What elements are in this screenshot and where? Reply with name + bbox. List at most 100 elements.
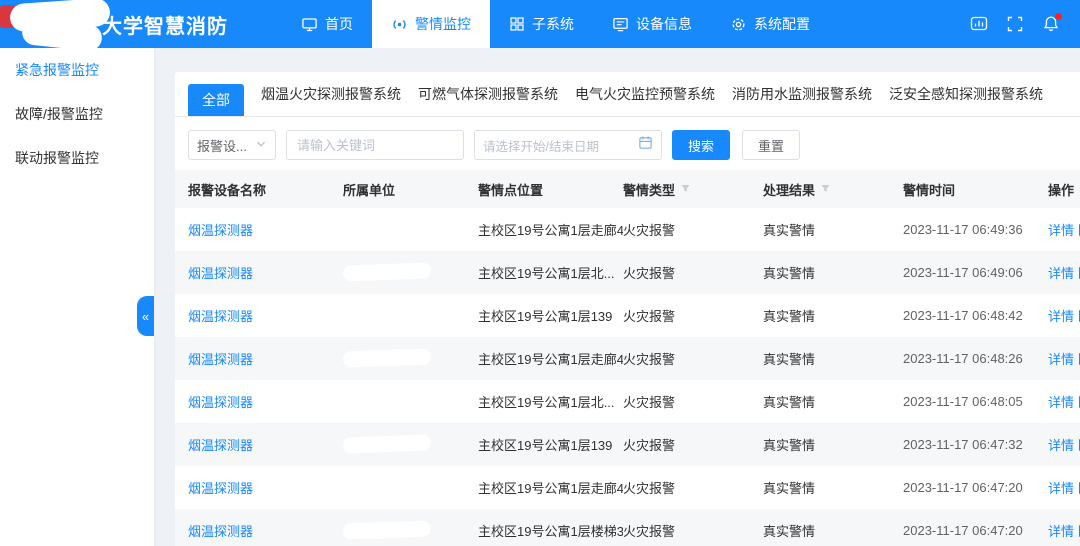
tab-electrical-fire-system[interactable]: 电气火灾监控预警系统 [575,84,715,104]
detail-link[interactable]: 详情 [1048,395,1074,410]
table-row: 烟温探测器主校区19号公寓1层139火灾报警真实警情2023-11-17 06:… [175,294,1080,337]
nav-item-label: 系统配置 [754,14,810,34]
collapse-chevron-icon: « [142,309,149,324]
action-cell: 详情 [1048,263,1080,282]
location-cell: 主校区19号公寓1层走廊4 [478,478,623,497]
table-row: 烟温探测器主校区19号公寓1层北...火灾报警真实警情2023-11-17 06… [175,251,1080,294]
location-cell: 主校区19号公寓1层走廊4 [478,349,623,368]
header-label: 报警设备名称 [188,180,266,199]
header-label: 操作 [1048,180,1074,199]
header-label: 警情类型 [623,180,675,199]
sidebar-collapse-handle[interactable]: « [137,296,154,336]
app-title: 大学智慧消防 [102,10,228,39]
table-row: 烟温探测器主校区19号公寓1层走廊4火灾报警真实警情2023-11-17 06:… [175,466,1080,509]
time-cell: 2023-11-17 06:48:26 [903,351,1048,366]
detail-link[interactable]: 详情 [1048,481,1074,496]
device-name-link[interactable]: 烟温探测器 [188,392,343,411]
tab-fire-water-system[interactable]: 消防用水监测报警系统 [732,84,872,104]
nav-item-label: 设备信息 [636,14,692,34]
detail-link[interactable]: 详情 [1048,309,1074,324]
column-header-location: 警情点位置 [478,180,623,199]
nav-item-alarm-monitor[interactable]: 警情监控 [372,0,490,48]
redaction-mark [343,434,431,453]
tab-all[interactable]: 全部 [188,84,244,116]
result-cell: 真实警情 [763,435,903,454]
top-navbar: 大学智慧消防 首页 警情监控 子系统 设备信息 [0,0,1080,48]
unit-cell [343,466,478,509]
notification-bell-icon[interactable] [1042,15,1060,33]
nav-item-device-info[interactable]: 设备信息 [593,0,711,48]
detail-link[interactable]: 详情 [1048,223,1074,238]
dashboard-icon[interactable] [970,15,988,33]
select-value: 报警设... [197,136,247,155]
nav-item-subsystem[interactable]: 子系统 [490,0,593,48]
alarm-type-cell: 火灾报警 [623,521,763,540]
table-row: 烟温探测器主校区19号公寓1层139火灾报警真实警情2023-11-17 06:… [175,423,1080,466]
settings-gear-icon [730,16,747,33]
header-label: 处理结果 [763,180,815,199]
navbar-actions [970,0,1080,48]
date-range-picker[interactable]: 请选择开始/结束日期 [474,130,662,160]
time-cell: 2023-11-17 06:48:42 [903,308,1048,323]
sidebar-item-linkage-alarm[interactable]: 联动报警监控 [0,136,154,180]
redaction-mark [343,348,431,367]
nav-item-home[interactable]: 首页 [282,0,372,48]
home-icon [301,16,318,33]
device-name-link[interactable]: 烟温探测器 [188,306,343,325]
column-header-actions: 操作 [1048,180,1080,199]
alarm-type-cell: 火灾报警 [623,263,763,282]
unit-cell [343,423,478,466]
search-button[interactable]: 搜索 [672,130,730,160]
nav-item-system-config[interactable]: 系统配置 [711,0,829,48]
tab-combustible-gas-system[interactable]: 可燃气体探测报警系统 [418,84,558,104]
device-info-icon [612,16,629,33]
table-row: 烟温探测器主校区19号公寓1层走廊4火灾报警真实警情2023-11-17 06:… [175,337,1080,380]
device-name-link[interactable]: 烟温探测器 [188,220,343,239]
table-body: 烟温探测器主校区19号公寓1层走廊4火灾报警真实警情2023-11-17 06:… [175,208,1080,546]
detail-link[interactable]: 详情 [1048,266,1074,281]
column-header-alarm-type: 警情类型 [623,180,763,199]
location-cell: 主校区19号公寓1层北... [478,392,623,411]
tab-pan-security-system[interactable]: 泛安全感知探测报警系统 [889,84,1043,104]
redaction-mark [343,262,431,281]
sidebar-item-emergency-alarm[interactable]: 紧急报警监控 [0,48,154,92]
result-cell: 真实警情 [763,521,903,540]
keyword-input[interactable] [286,130,464,160]
filter-funnel-icon[interactable] [680,182,691,197]
detail-link[interactable]: 详情 [1048,524,1074,539]
reset-button[interactable]: 重置 [742,130,800,160]
device-name-link[interactable]: 烟温探测器 [188,349,343,368]
column-header-time: 警情时间 [903,180,1048,199]
fullscreen-icon[interactable] [1007,16,1023,32]
table-header: 报警设备名称 所属单位 警情点位置 警情类型 处理结果 警情时间 操作 [175,170,1080,208]
tab-smoke-temp-fire-system[interactable]: 烟温火灾探测报警系统 [261,84,401,104]
time-cell: 2023-11-17 06:49:06 [903,265,1048,280]
alarm-type-cell: 火灾报警 [623,306,763,325]
device-name-link[interactable]: 烟温探测器 [188,435,343,454]
filter-funnel-icon[interactable] [820,182,831,197]
action-cell: 详情 [1048,220,1080,239]
alarm-type-cell: 火灾报警 [623,220,763,239]
result-cell: 真实警情 [763,392,903,411]
action-cell: 详情 [1048,435,1080,454]
action-cell: 详情 [1048,306,1080,325]
sidebar-item-fault-alarm[interactable]: 故障/报警监控 [0,92,154,136]
time-cell: 2023-11-17 06:49:36 [903,222,1048,237]
column-header-device-name: 报警设备名称 [188,180,343,199]
header-label: 警情时间 [903,180,955,199]
alarm-type-cell: 火灾报警 [623,435,763,454]
brand: 大学智慧消防 [0,0,272,48]
nav-item-label: 子系统 [532,14,574,34]
sidebar-item-label: 联动报警监控 [15,148,99,168]
device-type-select[interactable]: 报警设... [188,130,276,160]
sidebar-item-label: 紧急报警监控 [15,60,99,80]
nav-item-label: 首页 [325,14,353,34]
action-cell: 详情 [1048,521,1080,540]
device-name-link[interactable]: 烟温探测器 [188,521,343,540]
header-label: 警情点位置 [478,180,543,199]
device-name-link[interactable]: 烟温探测器 [188,478,343,497]
filter-bar: 报警设... 请选择开始/结束日期 搜索 重置 [188,130,1080,160]
device-name-link[interactable]: 烟温探测器 [188,263,343,282]
detail-link[interactable]: 详情 [1048,438,1074,453]
detail-link[interactable]: 详情 [1048,352,1074,367]
